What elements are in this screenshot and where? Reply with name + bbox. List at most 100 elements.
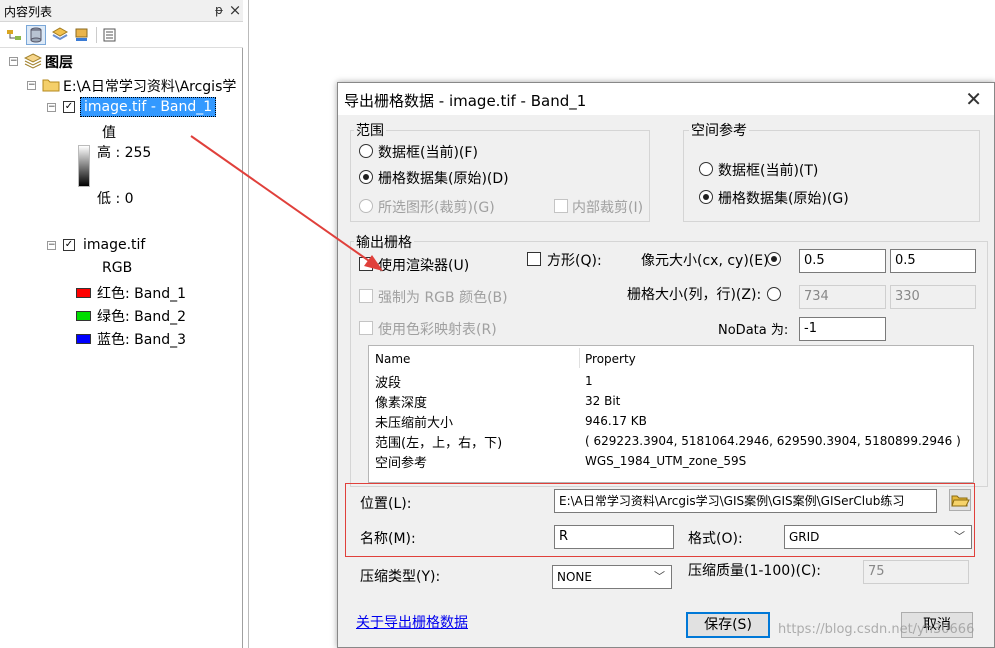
prop-name: 未压缩前大小 (375, 416, 454, 431)
layer2-name[interactable]: image.tif (83, 237, 145, 253)
extent-group-label: 范围 (354, 120, 386, 140)
red-band-label: 红色: Band_1 (97, 286, 187, 302)
force-rgb-checkbox[interactable] (359, 289, 373, 303)
header-divider (579, 348, 580, 368)
sr-raster-label: 栅格数据集(原始)(G) (718, 191, 849, 207)
format-select[interactable]: GRID ﹀ (784, 525, 972, 549)
list-by-visibility-icon[interactable] (50, 25, 70, 45)
extent-dataframe-radio[interactable] (359, 144, 373, 158)
name-input[interactable]: R (554, 525, 674, 549)
dialog-close-icon[interactable]: ✕ (965, 87, 982, 111)
prop-name: 范围(左，上，右，下) (375, 436, 503, 451)
props-header-name: Name (375, 352, 411, 366)
layer1-collapse-icon[interactable]: − (47, 103, 56, 112)
layers-icon (23, 53, 43, 73)
extent-raster-label: 栅格数据集(原始)(D) (378, 171, 509, 187)
open-folder-icon (951, 495, 970, 507)
layer1-visibility-checkbox[interactable]: ✓ (63, 101, 75, 113)
name-label: 名称(M): (360, 531, 416, 547)
raster-size-label: 栅格大小(列，行)(Z): (627, 287, 762, 303)
prop-name: 波段 (375, 376, 402, 391)
sr-dataframe-label: 数据框(当前)(T) (718, 163, 819, 179)
cell-size-y-input[interactable]: 0.5 (890, 249, 976, 273)
sr-dataframe-radio[interactable] (699, 162, 713, 176)
force-rgb-label: 强制为 RGB 颜色(B) (378, 290, 508, 306)
toc-toolbar (0, 22, 243, 48)
cell-size-radio[interactable] (767, 252, 781, 266)
layer1-low-label: 低 : 0 (97, 191, 134, 207)
quality-label: 压缩质量(1-100)(C): (688, 563, 822, 579)
location-input[interactable]: E:\A日常学习资料\Arcgis学习\GIS案例\GIS案例\GISerClu… (554, 489, 937, 513)
folder-icon (42, 77, 60, 96)
output-raster-group-label: 输出栅格 (354, 232, 414, 252)
raster-properties-table: Name Property 波段 1 像素深度 32 Bit 未压缩前大小 94… (368, 345, 974, 483)
prop-value: 946.17 KB (585, 414, 647, 428)
compression-label: 压缩类型(Y): (360, 569, 441, 585)
toolbar-divider (96, 27, 97, 43)
location-label: 位置(L): (360, 496, 412, 512)
rows-input[interactable]: 330 (890, 285, 976, 309)
toc-titlebar: 内容列表 ᵽ × (0, 0, 243, 22)
list-by-source-icon[interactable] (26, 25, 46, 45)
prop-value: WGS_1984_UTM_zone_59S (585, 454, 747, 468)
prop-value: 1 (585, 374, 593, 388)
layer2-visibility-checkbox[interactable]: ✓ (63, 239, 75, 251)
extent-raster-radio[interactable] (359, 170, 373, 184)
spatial-ref-group-label: 空间参考 (689, 120, 749, 140)
toc-panel: 内容列表 ᵽ × − 图层 − E:\A日常学习资料\Arcgis学 − ✓ i… (0, 0, 243, 648)
quality-input[interactable]: 75 (863, 560, 969, 584)
root-collapse-icon[interactable]: − (9, 57, 18, 66)
red-swatch (76, 288, 91, 298)
extent-dataframe-label: 数据框(当前)(F) (378, 145, 478, 161)
layer2-mode: RGB (102, 260, 133, 276)
chevron-down-icon: ﹀ (954, 530, 965, 543)
watermark: https://blog.csdn.net/yh30666 (778, 622, 975, 637)
prop-name: 像素深度 (375, 396, 428, 411)
list-by-drawing-order-icon[interactable] (4, 25, 24, 45)
toc-title: 内容列表 (4, 5, 53, 19)
format-label: 格式(O): (688, 531, 743, 547)
columns-input[interactable]: 734 (799, 285, 886, 309)
compression-select[interactable]: NONE ﹀ (552, 565, 672, 589)
browse-folder-button[interactable] (949, 489, 971, 511)
use-colormap-label: 使用色彩映射表(R) (378, 322, 497, 338)
extent-graphic-radio[interactable] (359, 199, 373, 213)
export-raster-dialog: 导出栅格数据 - image.tif - Band_1 ✕ 范围 数据框(当前)… (337, 82, 995, 648)
green-band-label: 绿色: Band_2 (97, 309, 187, 325)
layer1-legend-title: 值 (102, 125, 116, 141)
blue-swatch (76, 334, 91, 344)
list-by-selection-icon[interactable] (72, 25, 92, 45)
cell-size-x-input[interactable]: 0.5 (799, 249, 886, 273)
use-colormap-checkbox[interactable] (359, 321, 373, 335)
folder-collapse-icon[interactable]: − (27, 81, 36, 90)
dialog-titlebar: 导出栅格数据 - image.tif - Band_1 ✕ (338, 83, 994, 115)
raster-size-radio[interactable] (767, 287, 781, 301)
layer2-collapse-icon[interactable]: − (47, 241, 56, 250)
folder-path-label: E:\A日常学习资料\Arcgis学 (63, 79, 237, 95)
props-header-property: Property (585, 352, 636, 366)
toc-close-icon[interactable]: × (228, 3, 242, 18)
prop-value: ( 629223.3904, 5181064.2946, 629590.3904… (585, 434, 961, 448)
chevron-down-icon: ﹀ (654, 570, 665, 583)
square-checkbox[interactable] (527, 252, 541, 266)
prop-name: 空间参考 (375, 456, 428, 471)
use-renderer-checkbox[interactable] (359, 257, 373, 271)
clip-inside-label: 内部裁剪(I) (572, 200, 644, 216)
options-icon[interactable] (100, 25, 120, 45)
nodata-label: NoData 为: (718, 323, 789, 338)
clip-inside-checkbox[interactable] (554, 199, 568, 213)
dialog-title: 导出栅格数据 - image.tif - Band_1 (344, 92, 587, 110)
use-renderer-label: 使用渲染器(U) (378, 258, 470, 274)
save-button[interactable]: 保存(S) (686, 612, 770, 638)
square-label: 方形(Q): (547, 253, 602, 269)
prop-value: 32 Bit (585, 394, 621, 408)
layer1-name[interactable]: image.tif - Band_1 (80, 97, 217, 117)
root-label: 图层 (45, 55, 73, 71)
compression-value: NONE (557, 570, 592, 584)
sr-raster-radio[interactable] (699, 190, 713, 204)
pin-icon[interactable]: ᵽ (212, 3, 226, 17)
grayscale-ramp (78, 145, 90, 187)
nodata-input[interactable]: -1 (799, 317, 886, 341)
green-swatch (76, 311, 91, 321)
help-link[interactable]: 关于导出栅格数据 (356, 612, 468, 632)
